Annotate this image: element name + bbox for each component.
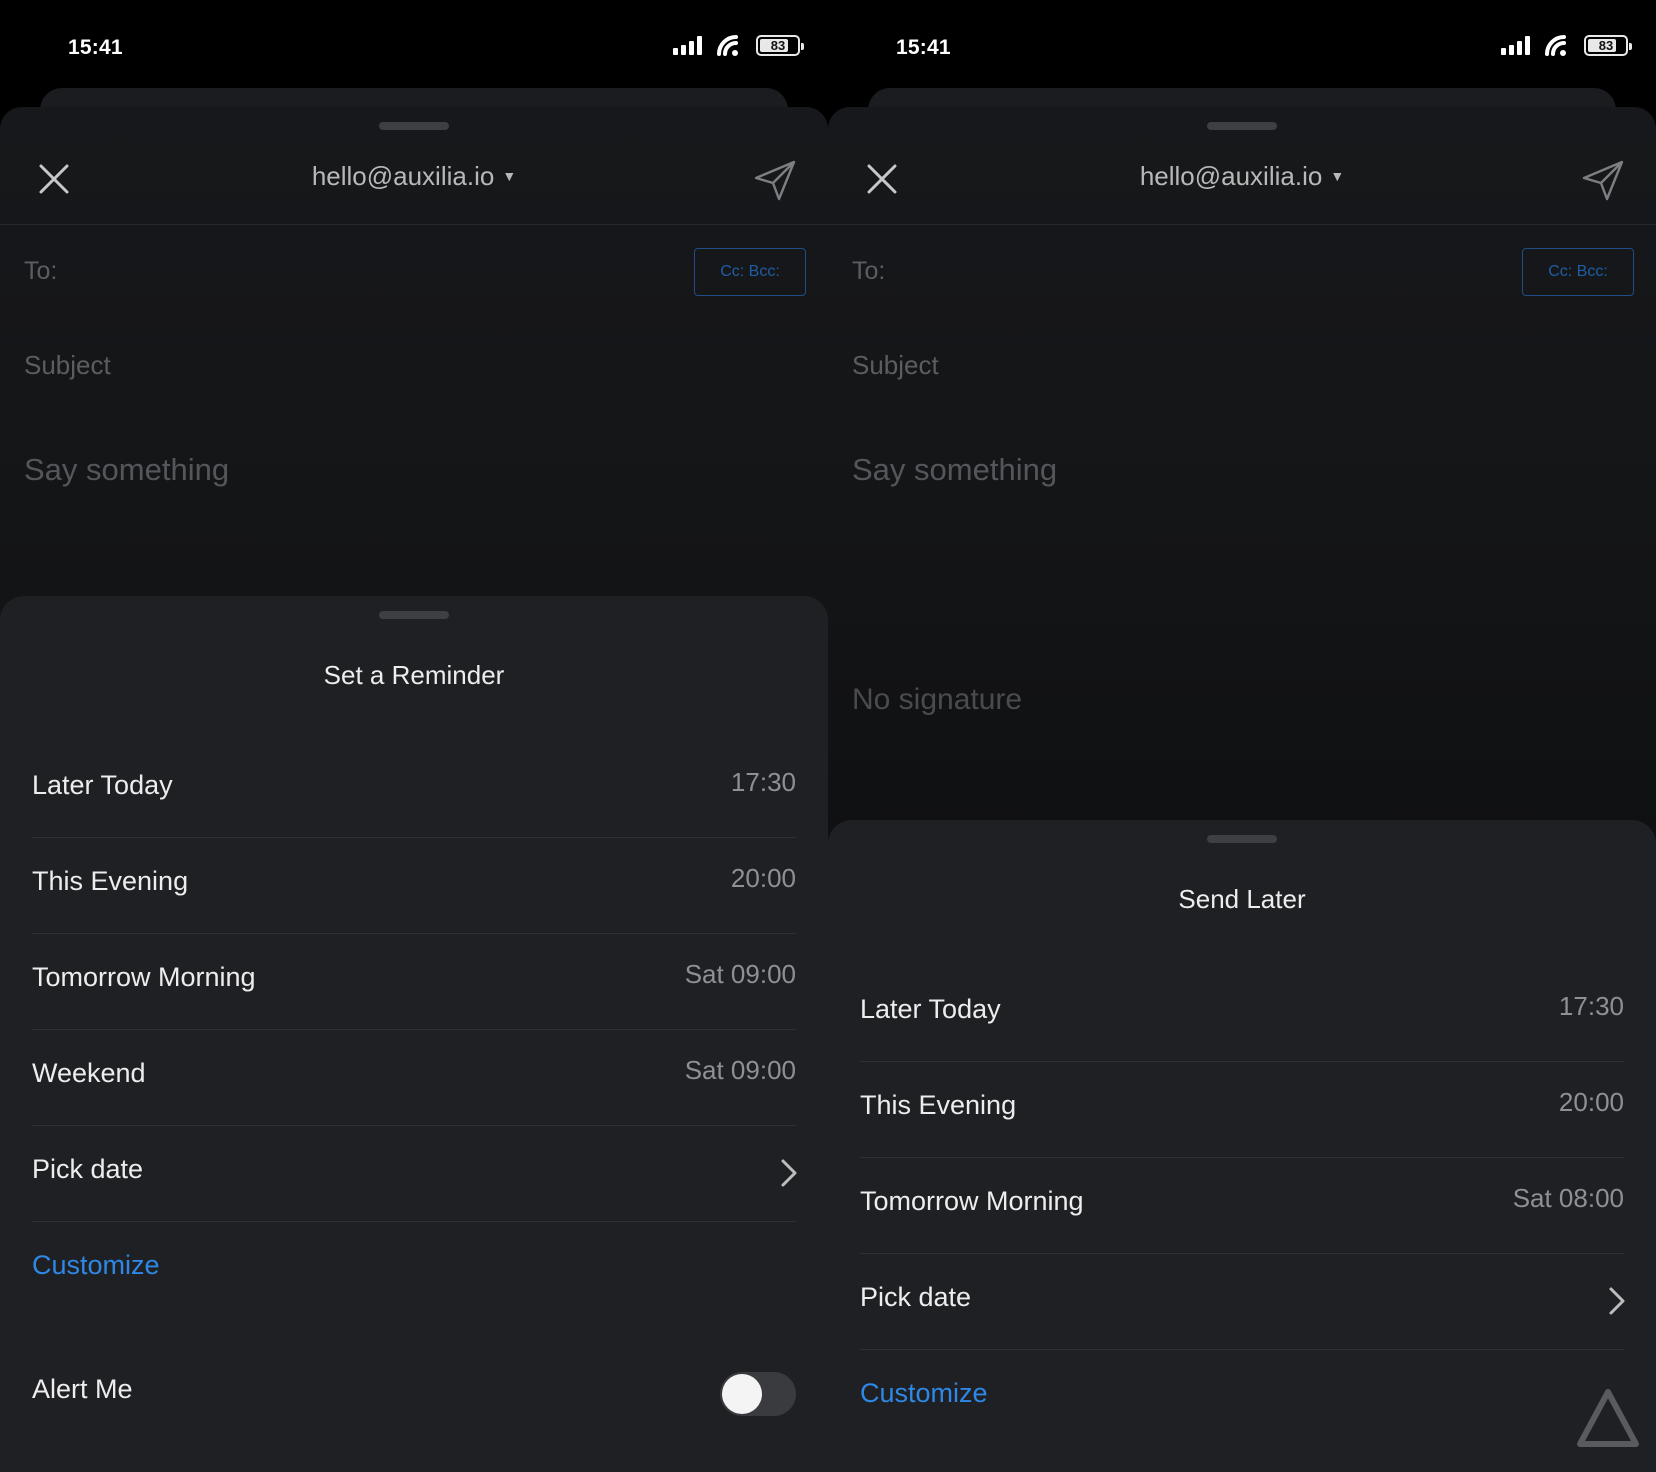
signature-text: No signature — [852, 683, 1023, 716]
option-tomorrow-morning[interactable]: Tomorrow Morning Sat 09:00 — [32, 934, 796, 1030]
option-time: Sat 09:00 — [684, 959, 796, 989]
cellular-signal-icon — [1501, 35, 1530, 55]
option-time: Sat 09:00 — [684, 1055, 796, 1085]
wifi-icon — [717, 35, 738, 56]
option-label: Later Today — [860, 994, 1001, 1024]
sheet-title: Set a Reminder — [323, 660, 505, 690]
status-icons: 83 — [673, 34, 804, 56]
option-tomorrow-morning[interactable]: Tomorrow Morning Sat 08:00 — [860, 1158, 1624, 1254]
from-account-label: hello@auxilia.io — [1139, 161, 1323, 191]
send-icon[interactable] — [752, 157, 798, 203]
drag-handle[interactable] — [379, 122, 449, 130]
subject-input[interactable]: Subject — [24, 350, 111, 381]
option-time: 17:30 — [730, 767, 796, 797]
subject-input[interactable]: Subject — [852, 350, 939, 381]
option-later-today[interactable]: Later Today 17:30 — [860, 966, 1624, 1062]
cellular-signal-icon — [673, 35, 702, 55]
composer-header: hello@auxilia.io ▼ — [828, 147, 1656, 225]
sheet-drag-handle[interactable] — [1207, 835, 1277, 843]
cc-bcc-button[interactable]: Cc: Bcc: — [694, 248, 806, 296]
from-account-label: hello@auxilia.io — [311, 161, 495, 191]
status-icons: 83 — [1501, 34, 1632, 56]
option-time: 20:00 — [730, 863, 796, 893]
body-input[interactable]: Say something — [24, 452, 229, 488]
toggle-knob — [722, 1374, 762, 1414]
battery-icon: 83 — [756, 34, 804, 56]
battery-level: 83 — [1598, 37, 1614, 53]
customize-link[interactable]: Customize — [32, 1222, 796, 1318]
option-label: Pick date — [860, 1282, 972, 1312]
option-later-today[interactable]: Later Today 17:30 — [32, 742, 796, 838]
body-input[interactable]: Say something — [852, 452, 1057, 488]
cc-bcc-button[interactable]: Cc: Bcc: — [1522, 248, 1634, 296]
alert-me-row: Alert Me — [32, 1346, 796, 1442]
option-pick-date[interactable]: Pick date — [860, 1254, 1625, 1350]
customize-link[interactable]: Customize — [860, 1350, 1624, 1446]
drag-handle[interactable] — [1207, 122, 1277, 130]
option-label: Tomorrow Morning — [860, 1186, 1084, 1216]
option-label: Later Today — [32, 770, 173, 800]
phone-screen-send-later: 15:41 83 hello@auxilia.io ▼ To: Cc: Bcc:… — [828, 0, 1656, 1472]
wifi-icon — [1545, 35, 1566, 56]
status-time: 15:41 — [68, 36, 123, 59]
from-account-selector[interactable]: hello@auxilia.io ▼ — [828, 161, 1656, 192]
caret-down-icon: ▼ — [1330, 168, 1345, 184]
option-label: Tomorrow Morning — [32, 962, 256, 992]
option-time: Sat 08:00 — [1512, 1183, 1624, 1213]
option-this-evening[interactable]: This Evening 20:00 — [32, 838, 796, 934]
option-label: Weekend — [32, 1058, 146, 1088]
chevron-right-icon — [781, 1159, 797, 1187]
composer-header: hello@auxilia.io ▼ — [0, 147, 828, 225]
option-label: Pick date — [32, 1154, 144, 1184]
option-time: 20:00 — [1558, 1087, 1624, 1117]
to-field[interactable]: To: — [24, 257, 57, 286]
option-weekend[interactable]: Weekend Sat 09:00 — [32, 1030, 796, 1126]
watermark-logo-icon — [1577, 1389, 1639, 1447]
screenshot-stage: 15:41 83 hello@auxilia.io ▼ To: Cc: Bcc:… — [0, 0, 1656, 1472]
send-later-sheet: Send Later Later Today 17:30 This Evenin… — [828, 820, 1656, 1472]
phone-screen-reminder: 15:41 83 hello@auxilia.io ▼ To: Cc: Bcc:… — [0, 0, 828, 1472]
reminder-sheet: Set a Reminder Later Today 17:30 This Ev… — [0, 596, 828, 1472]
chevron-right-icon — [1609, 1287, 1625, 1315]
status-time: 15:41 — [896, 36, 951, 59]
from-account-selector[interactable]: hello@auxilia.io ▼ — [0, 161, 828, 192]
option-label: This Evening — [32, 866, 189, 896]
option-time: 17:30 — [1558, 991, 1624, 1021]
send-icon[interactable] — [1580, 157, 1626, 203]
option-pick-date[interactable]: Pick date — [32, 1126, 797, 1222]
alert-me-label: Alert Me — [32, 1374, 133, 1404]
customize-label: Customize — [860, 1378, 988, 1408]
sheet-drag-handle[interactable] — [379, 611, 449, 619]
caret-down-icon: ▼ — [502, 168, 517, 184]
to-field[interactable]: To: — [852, 257, 885, 286]
option-label: This Evening — [860, 1090, 1017, 1120]
sheet-title: Send Later — [1178, 884, 1306, 914]
battery-level: 83 — [770, 37, 786, 53]
customize-label: Customize — [32, 1250, 160, 1280]
battery-icon: 83 — [1584, 34, 1632, 56]
alert-me-toggle[interactable] — [720, 1372, 796, 1416]
option-this-evening[interactable]: This Evening 20:00 — [860, 1062, 1624, 1158]
